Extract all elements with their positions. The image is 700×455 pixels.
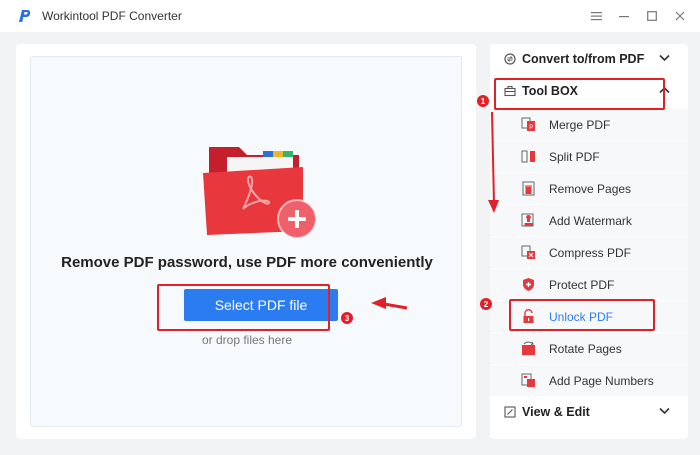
highlight-unlock-pdf: [509, 299, 655, 331]
section-convert[interactable]: Convert to/from PDF: [490, 44, 688, 74]
tool-label: Remove Pages: [549, 182, 632, 196]
title-bar: Workintool PDF Converter: [0, 0, 700, 32]
app-logo-icon: [19, 10, 31, 22]
window-controls: [582, 0, 694, 32]
page-numbers-icon: [521, 373, 535, 387]
rotate-icon: [522, 341, 535, 355]
view-edit-icon: [504, 406, 516, 418]
section-view-edit[interactable]: View & Edit: [490, 397, 688, 427]
compress-icon: [521, 245, 535, 259]
main-headline: Remove PDF password, use PDF more conven…: [61, 254, 433, 271]
convert-icon: [504, 53, 516, 65]
app-title: Workintool PDF Converter: [42, 9, 182, 23]
highlight-select-button: [157, 284, 330, 331]
tool-label: Compress PDF: [549, 246, 632, 260]
tool-label: Rotate Pages: [549, 342, 622, 356]
shield-icon: [523, 278, 534, 291]
tool-item-compress-pdf[interactable]: Compress PDF: [490, 236, 688, 268]
minimize-icon: [619, 16, 629, 18]
step-badge-2: 2: [480, 298, 492, 310]
hamburger-icon: [590, 12, 602, 21]
step-badge-1: 1: [477, 95, 489, 107]
main-panel: Remove PDF password, use PDF more conven…: [16, 44, 476, 439]
tool-label: Add Watermark: [549, 214, 632, 228]
tool-label: Add Page Numbers: [549, 374, 654, 388]
section-convert-label: Convert to/from PDF: [522, 52, 645, 66]
drop-hint: or drop files here: [201, 333, 293, 347]
maximize-icon: [647, 11, 657, 21]
tool-label: Split PDF: [549, 150, 600, 164]
tool-item-protect-pdf[interactable]: Protect PDF: [490, 268, 688, 300]
tool-label: Protect PDF: [549, 278, 615, 292]
tool-item-remove-pages[interactable]: Remove Pages: [490, 172, 688, 204]
merge-icon: P: [521, 117, 535, 131]
tool-label: Merge PDF: [549, 118, 611, 132]
section-view-edit-label: View & Edit: [522, 405, 590, 419]
pdf-folder-icon: [203, 147, 317, 239]
highlight-toolbox: [494, 78, 665, 110]
trash-icon: [522, 181, 535, 196]
tool-item-add-watermark[interactable]: Add Watermark: [490, 204, 688, 236]
close-button[interactable]: [666, 2, 694, 30]
step-badge-3: 3: [341, 312, 353, 324]
split-icon: [521, 150, 535, 163]
chevron-down-icon: [659, 54, 670, 62]
minimize-button[interactable]: [610, 2, 638, 30]
stamp-icon: [521, 213, 534, 227]
tool-item-merge-pdf[interactable]: P Merge PDF: [490, 108, 688, 140]
tool-item-add-page-numbers[interactable]: Add Page Numbers: [490, 364, 688, 396]
chevron-down-icon: [659, 407, 670, 415]
tool-item-rotate-pages[interactable]: Rotate Pages: [490, 332, 688, 364]
maximize-button[interactable]: [638, 2, 666, 30]
menu-button[interactable]: [582, 2, 610, 30]
tool-item-split-pdf[interactable]: Split PDF: [490, 140, 688, 172]
svg-text:P: P: [529, 125, 533, 131]
drop-zone[interactable]: Remove PDF password, use PDF more conven…: [30, 56, 462, 427]
close-icon: [675, 11, 685, 21]
